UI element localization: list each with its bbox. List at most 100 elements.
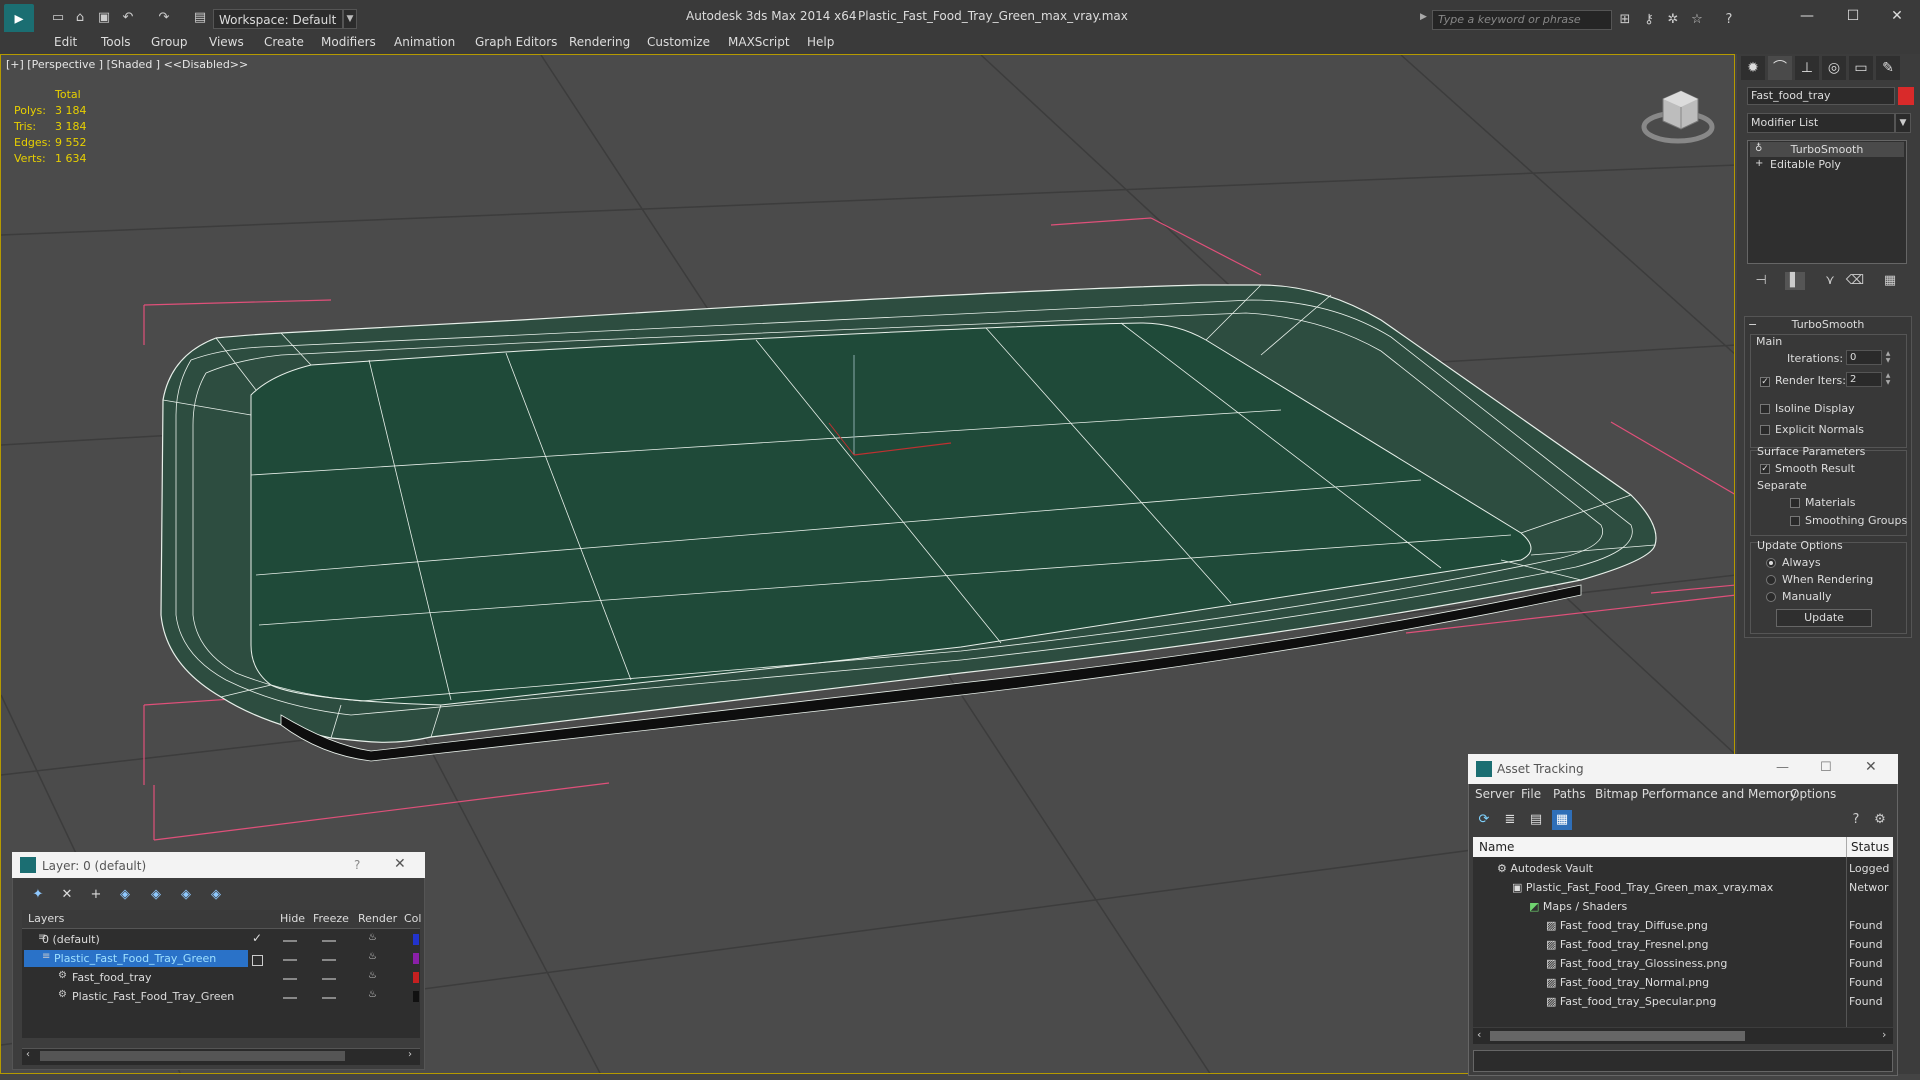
save-file-icon[interactable]: ▣	[96, 10, 112, 26]
chevron-down-icon[interactable]: ▼	[343, 9, 357, 29]
delete-layer-icon[interactable]: ✕	[57, 886, 77, 904]
favorites-star-icon[interactable]: ☆	[1688, 11, 1706, 29]
new-file-icon[interactable]: ▭	[50, 10, 66, 26]
search-expand-icon[interactable]: ▶	[1420, 12, 1427, 22]
show-end-result-icon[interactable]: ▌	[1785, 272, 1805, 290]
binoculars-icon[interactable]: ⊞	[1616, 11, 1634, 29]
asset-row[interactable]: ▣ Plastic_Fast_Food_Tray_Green_max_vray.…	[1512, 878, 1773, 897]
close-icon[interactable]: ✕	[1865, 759, 1877, 775]
col-freeze[interactable]: Freeze	[313, 912, 349, 925]
when-rendering-radio[interactable]	[1766, 575, 1776, 585]
teapot-render-icon[interactable]: ♨	[368, 951, 377, 962]
iterations-spinner[interactable]: 0	[1846, 350, 1882, 365]
isoline-display-checkbox[interactable]	[1760, 404, 1770, 414]
expand-plus-icon[interactable]: +	[1755, 158, 1763, 169]
column-divider[interactable]	[1846, 837, 1847, 857]
hide-toggle[interactable]	[283, 940, 297, 942]
motion-tab-icon[interactable]: ◎	[1822, 56, 1846, 80]
hide-toggle[interactable]	[283, 959, 297, 961]
viewport-label[interactable]: [+] [Perspective ] [Shaded ] <<Disabled>…	[6, 58, 248, 71]
maximize-icon[interactable]: ☐	[1820, 760, 1832, 775]
explicit-normals-checkbox[interactable]	[1760, 425, 1770, 435]
display-tab-icon[interactable]: ▭	[1849, 56, 1873, 80]
hide-all-layers-icon[interactable]: ◈	[176, 886, 196, 904]
asset-row[interactable]: ▨ Fast_food_tray_Specular.png	[1546, 992, 1716, 1011]
create-tab-sun-icon[interactable]: ✹	[1741, 56, 1765, 80]
project-folder-icon[interactable]: ▤	[192, 10, 208, 26]
layer-color-swatch[interactable]	[413, 934, 419, 945]
chevron-left-icon[interactable]: ‹	[1477, 1028, 1481, 1041]
select-layer-objects-icon[interactable]: ◈	[115, 886, 135, 904]
col-color[interactable]: Col	[404, 912, 421, 925]
asset-menu-file[interactable]: File	[1521, 787, 1541, 801]
freeze-all-layers-icon[interactable]: ◈	[206, 886, 226, 904]
asset-row[interactable]: ▨ Fast_food_tray_Glossiness.png	[1546, 954, 1727, 973]
minimize-icon[interactable]: —	[1784, 4, 1830, 28]
hide-toggle[interactable]	[283, 978, 297, 980]
list-view-icon[interactable]: ≣	[1500, 810, 1520, 830]
chevron-right-icon[interactable]: ›	[1882, 1028, 1886, 1041]
open-file-icon[interactable]: ⌂	[72, 10, 88, 26]
refresh-icon[interactable]: ⟳	[1474, 810, 1494, 830]
freeze-toggle[interactable]	[322, 940, 336, 942]
freeze-toggle[interactable]	[322, 997, 336, 999]
communication-icon[interactable]: ✲	[1664, 11, 1682, 29]
layer-row[interactable]: 0 (default)	[24, 931, 248, 948]
utilities-tab-icon[interactable]: ✎	[1876, 56, 1900, 80]
highlight-layer-icon[interactable]: ◈	[146, 886, 166, 904]
teapot-render-icon[interactable]: ♨	[368, 970, 377, 981]
chevron-down-icon[interactable]: ▼	[1895, 113, 1911, 133]
close-icon[interactable]: ✕	[1874, 4, 1920, 28]
viewcube-icon[interactable]	[1641, 90, 1715, 144]
scrollbar-thumb[interactable]	[1490, 1031, 1745, 1041]
workspace-dropdown[interactable]: Workspace: Default	[213, 9, 343, 29]
menu-help[interactable]: Help	[807, 35, 834, 49]
asset-row[interactable]: ◩ Maps / Shaders	[1529, 897, 1627, 916]
close-icon[interactable]: ✕	[394, 856, 406, 872]
maximize-icon[interactable]: ☐	[1830, 4, 1876, 28]
col-name[interactable]: Name	[1479, 840, 1514, 854]
menu-tools[interactable]: Tools	[101, 35, 131, 49]
stack-item-editable-poly[interactable]: Editable Poly	[1750, 157, 1904, 172]
object-name-field[interactable]: Fast_food_tray	[1747, 87, 1895, 105]
asset-menu-server[interactable]: Server	[1475, 787, 1514, 801]
create-layer-icon[interactable]: ✦	[28, 886, 48, 904]
menu-edit[interactable]: Edit	[54, 35, 77, 49]
help-icon[interactable]: ?	[1846, 810, 1866, 830]
spinner-arrows-icon[interactable]: ▲ ▼	[1884, 372, 1892, 387]
asset-menu-paths[interactable]: Paths	[1553, 787, 1586, 801]
rollout-title[interactable]: TurboSmooth	[1744, 318, 1912, 331]
hide-toggle[interactable]	[283, 997, 297, 999]
smoothing-groups-checkbox[interactable]	[1790, 516, 1800, 526]
materials-checkbox[interactable]	[1790, 498, 1800, 508]
detail-view-icon[interactable]: ▤	[1526, 810, 1546, 830]
settings-icon[interactable]: ⚙	[1870, 810, 1890, 830]
chevron-left-icon[interactable]: ‹	[26, 1049, 30, 1060]
stack-item-turbosmooth[interactable]: TurboSmooth	[1750, 142, 1904, 157]
layer-row-selected[interactable]: Plastic_Fast_Food_Tray_Green	[24, 950, 248, 967]
scrollbar-thumb[interactable]	[40, 1051, 345, 1061]
set-active-layer-box[interactable]	[252, 955, 263, 966]
key-icon[interactable]: ⚷	[1640, 11, 1658, 29]
asset-menu-bitmap[interactable]: Bitmap Performance and Memory	[1595, 787, 1797, 801]
always-radio[interactable]	[1766, 558, 1776, 568]
active-layer-check-icon[interactable]: ✓	[252, 931, 262, 945]
undo-icon[interactable]: ↶	[120, 10, 136, 26]
object-color-swatch[interactable]	[1898, 87, 1914, 105]
chevron-right-icon[interactable]: ›	[408, 1049, 412, 1060]
menu-group[interactable]: Group	[151, 35, 188, 49]
freeze-toggle[interactable]	[322, 978, 336, 980]
menu-create[interactable]: Create	[264, 35, 304, 49]
modifier-list-dropdown[interactable]: Modifier List	[1747, 113, 1895, 133]
teapot-render-icon[interactable]: ♨	[368, 932, 377, 943]
render-iters-spinner[interactable]: 2	[1846, 372, 1882, 387]
col-render[interactable]: Render	[358, 912, 397, 925]
app-logo-icon[interactable]: ▸	[4, 4, 34, 34]
add-to-layer-icon[interactable]: +	[86, 886, 106, 904]
make-unique-icon[interactable]: ⋎	[1820, 272, 1840, 290]
configure-sets-icon[interactable]: ▦	[1880, 272, 1900, 290]
asset-menu-options[interactable]: Options	[1790, 787, 1836, 801]
teapot-render-icon[interactable]: ♨	[368, 989, 377, 1000]
layer-help-button[interactable]: ?	[354, 858, 360, 872]
layer-color-swatch[interactable]	[413, 953, 419, 964]
